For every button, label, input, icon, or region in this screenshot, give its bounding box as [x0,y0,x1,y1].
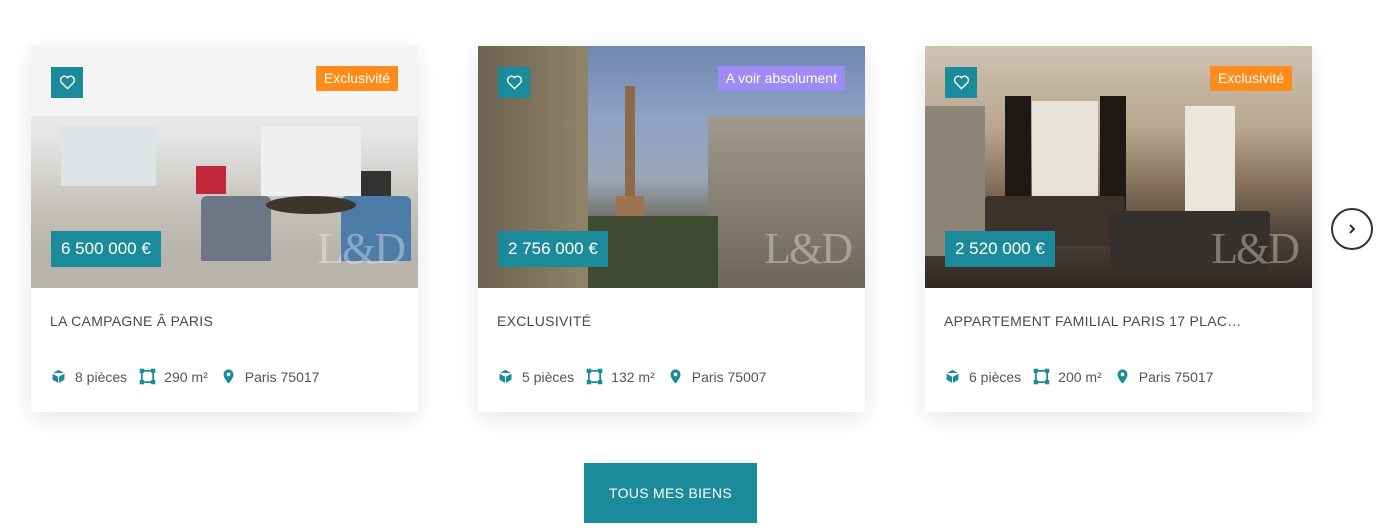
map-pin-icon [223,369,234,384]
status-badge: Exclusivité [1209,66,1292,91]
map-pin-icon [670,369,681,384]
watermark-logo: L&D [317,224,406,273]
area-square-icon [139,368,156,385]
cube-icon [945,368,960,385]
listing-meta: 8 pièces 290 m² Paris 75017 [50,368,399,385]
all-listings-button[interactable]: TOUS MES BIENS [584,463,757,523]
map-pin-icon [1117,369,1128,384]
listing-meta: 5 pièces 132 m² Paris 75007 [497,368,846,385]
price-tag: 6 500 000 € [51,231,161,267]
area-size: 290 m² [164,368,208,385]
area-size: 132 m² [611,368,655,385]
location: Paris 75017 [1138,368,1214,385]
location: Paris 75007 [691,368,767,385]
listing-card[interactable]: A voir absolument 2 756 000 € L&D EXCLUS… [478,46,865,412]
rooms-count: 5 pièces [522,368,575,385]
price-tag: 2 756 000 € [498,231,608,267]
chevron-right-icon [1349,224,1356,234]
cube-icon [498,368,513,385]
favorite-button[interactable] [51,67,83,98]
listing-photo[interactable]: Exclusivité 6 500 000 € L&D [31,46,418,288]
listing-card[interactable]: Exclusivité 2 520 000 € L&D APPARTEMENT … [925,46,1312,412]
cube-icon [51,368,66,385]
area-size: 200 m² [1058,368,1102,385]
area-square-icon [586,368,603,385]
heart-icon [953,75,969,90]
listing-title[interactable]: APPARTEMENT FAMILIAL PARIS 17 PLACE… [944,312,1244,330]
rooms-count: 8 pièces [75,368,128,385]
rooms-count: 6 pièces [969,368,1022,385]
carousel-next-button[interactable] [1331,208,1373,250]
listing-photo[interactable]: A voir absolument 2 756 000 € L&D [478,46,865,288]
favorite-button[interactable] [945,67,977,98]
listing-photo[interactable]: Exclusivité 2 520 000 € L&D [925,46,1312,288]
listing-card[interactable]: Exclusivité 6 500 000 € L&D LA CAMPAGNE … [31,46,418,412]
heart-icon [59,75,75,90]
listing-title[interactable]: LA CAMPAGNE Â PARIS [50,312,350,330]
heart-icon [506,75,522,90]
area-square-icon [1033,368,1050,385]
status-badge: Exclusivité [315,66,398,91]
status-badge: A voir absolument [717,66,845,91]
listing-title[interactable]: EXCLUSIVITÉ [497,312,797,330]
favorite-button[interactable] [498,67,530,98]
price-tag: 2 520 000 € [945,231,1055,267]
watermark-logo: L&D [1211,224,1300,273]
listing-cards: Exclusivité 6 500 000 € L&D LA CAMPAGNE … [31,46,1312,412]
location: Paris 75017 [244,368,320,385]
listing-meta: 6 pièces 200 m² Paris 75017 [944,368,1293,385]
watermark-logo: L&D [764,224,853,273]
